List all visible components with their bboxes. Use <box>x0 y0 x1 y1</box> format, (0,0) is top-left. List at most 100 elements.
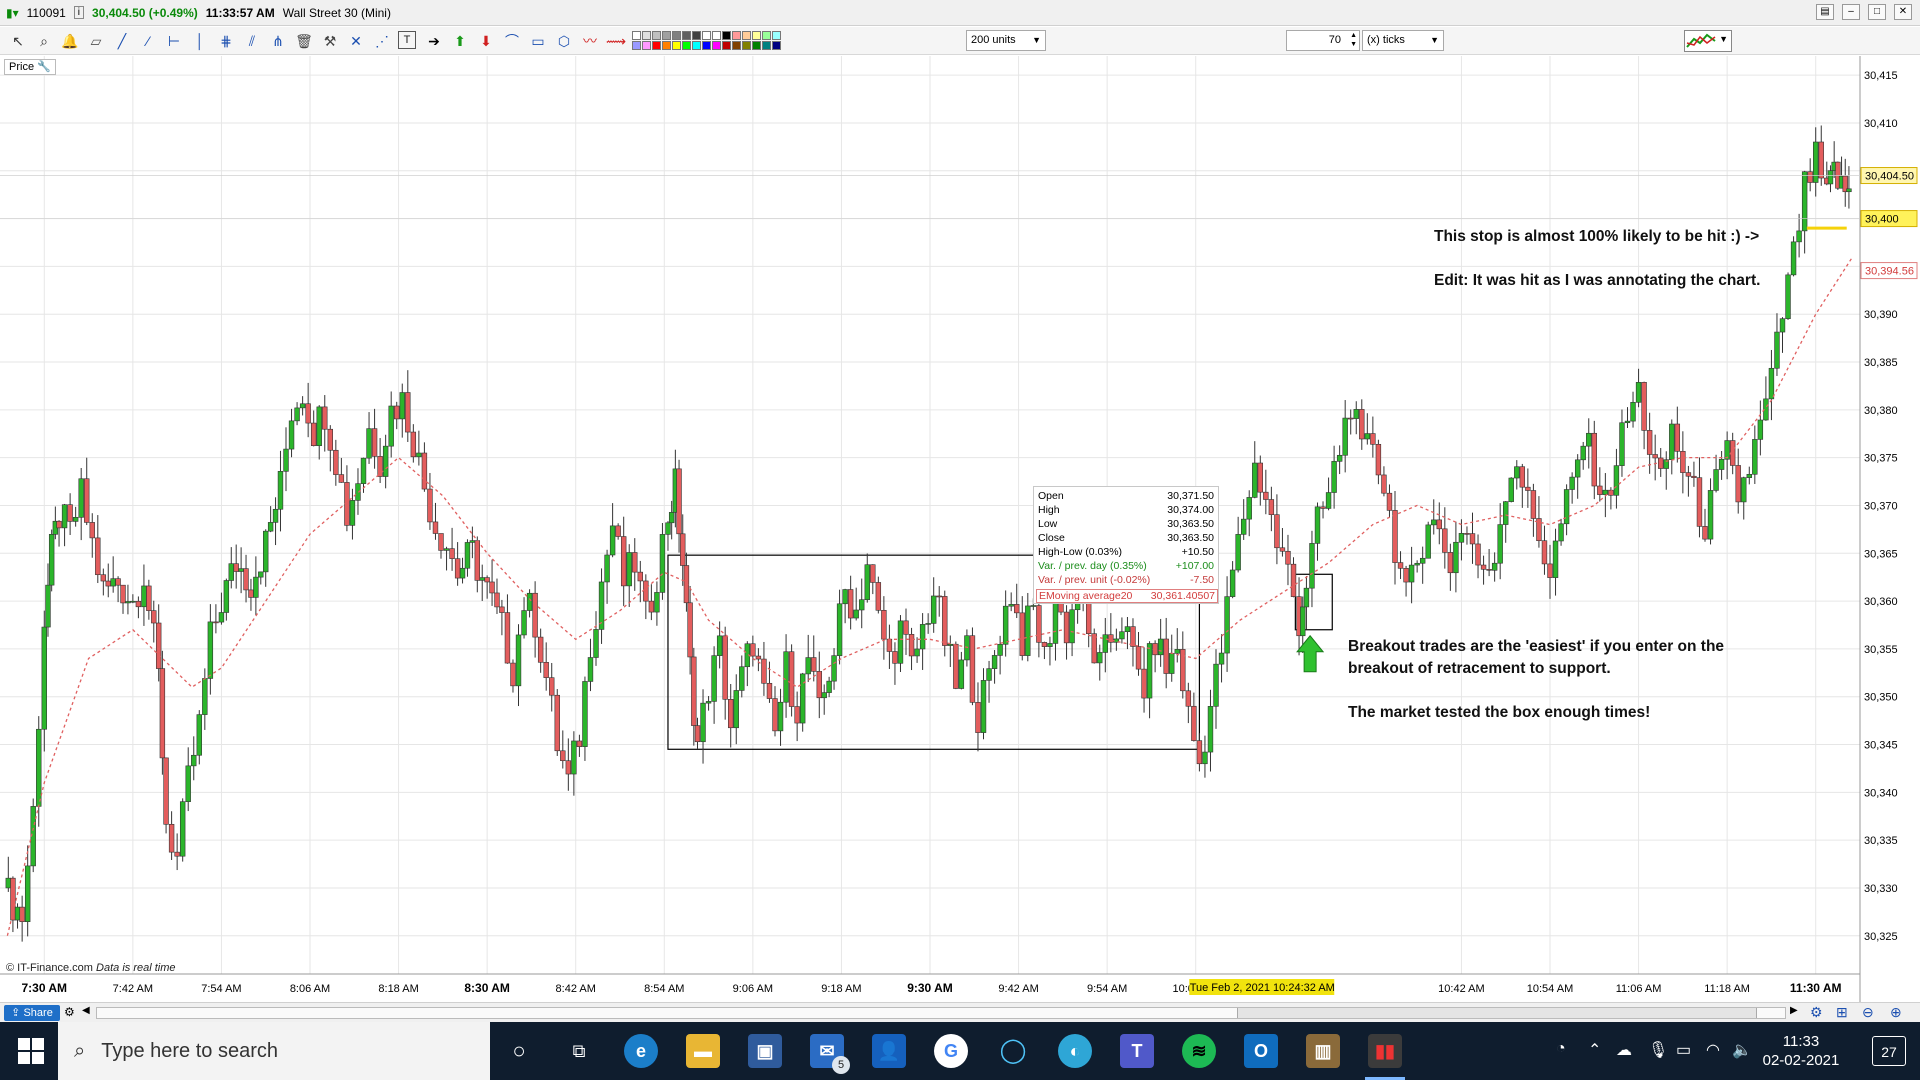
candle-bullish[interactable] <box>1174 628 1180 663</box>
candle-bullish[interactable] <box>1309 530 1315 608</box>
pitchfork-icon[interactable]: ⋔ <box>268 31 288 51</box>
microphone-icon[interactable]: 🎙 <box>1648 1040 1668 1060</box>
candle-bearish[interactable] <box>942 590 948 657</box>
candle-bearish[interactable] <box>1735 448 1741 514</box>
candle-bullish[interactable] <box>864 553 870 603</box>
candle-bullish[interactable] <box>196 710 202 765</box>
candle-bearish[interactable] <box>537 628 544 673</box>
spotify-icon[interactable]: ≋ <box>1182 1034 1216 1068</box>
candle-bullish[interactable] <box>1586 418 1592 469</box>
chart-area[interactable]: 30,325 30,330 30,335 30,340 30,345 30,350 30,3… <box>0 56 1920 1002</box>
candle-bullish[interactable] <box>41 610 47 752</box>
candle-bearish[interactable] <box>1436 502 1442 545</box>
edge-icon[interactable]: e <box>624 1034 658 1068</box>
candle-bearish[interactable] <box>766 661 773 703</box>
candle-bullish[interactable] <box>1458 519 1465 561</box>
candle-bullish[interactable] <box>1146 641 1153 719</box>
candle-bullish[interactable] <box>1497 503 1503 580</box>
arrow-down-icon[interactable]: ⬇ <box>476 31 496 51</box>
candle-bullish[interactable] <box>218 592 225 625</box>
candle-bearish[interactable] <box>560 730 566 769</box>
candle-bearish[interactable] <box>908 627 915 671</box>
candle-bullish[interactable] <box>1774 313 1780 376</box>
candle-bullish[interactable] <box>1580 441 1586 470</box>
candle-bullish[interactable] <box>964 629 970 667</box>
candle-bearish[interactable] <box>427 472 433 530</box>
candle-bearish[interactable] <box>1130 618 1136 667</box>
candle-bullish[interactable] <box>919 613 926 670</box>
price-scale-selector[interactable]: Price 🔧 <box>4 59 56 75</box>
candle-bullish[interactable] <box>1741 476 1747 520</box>
candle-bearish[interactable] <box>151 600 157 643</box>
candle-bullish[interactable] <box>443 546 450 571</box>
teams-icon[interactable]: T <box>1120 1034 1154 1068</box>
candle-bearish[interactable] <box>969 627 976 706</box>
task-view-icon[interactable]: ⧉ <box>562 1034 596 1068</box>
candle-bullish[interactable] <box>705 696 712 711</box>
candle-bullish[interactable] <box>179 798 186 862</box>
shape-tool-icon[interactable]: ⬡ <box>554 31 574 51</box>
minimize-button[interactable]: – <box>1842 4 1860 20</box>
candle-bullish[interactable] <box>14 903 21 929</box>
candle-bearish[interactable] <box>174 833 180 871</box>
candle-bearish[interactable] <box>1279 528 1286 557</box>
color-swatch[interactable] <box>702 41 711 50</box>
candle-bearish[interactable] <box>1591 420 1597 500</box>
candle-bearish[interactable] <box>377 438 383 484</box>
candle-bearish[interactable] <box>1185 682 1192 724</box>
candle-bullish[interactable] <box>1718 451 1725 480</box>
chrome-icon[interactable]: G <box>934 1034 968 1068</box>
candle-bullish[interactable] <box>897 615 904 673</box>
color-swatch[interactable] <box>772 41 781 50</box>
candle-bullish[interactable] <box>238 547 244 594</box>
candle-bearish[interactable] <box>875 576 882 614</box>
account-icon[interactable]: 👤 <box>872 1034 906 1068</box>
color-swatch[interactable] <box>732 31 741 40</box>
cross-tool-icon[interactable]: ✕ <box>346 31 366 51</box>
volume-icon[interactable]: 🔈 <box>1732 1040 1752 1060</box>
color-swatch[interactable] <box>662 41 671 50</box>
candle-bullish[interactable] <box>366 412 372 464</box>
candle-bullish[interactable] <box>1790 236 1797 277</box>
candle-bearish[interactable] <box>1163 617 1169 689</box>
color-swatch[interactable] <box>632 41 641 50</box>
candle-bullish[interactable] <box>258 571 264 585</box>
scroll-left-icon[interactable]: ◀ <box>82 1005 90 1016</box>
store-icon[interactable]: ▣ <box>748 1034 782 1068</box>
taskbar-clock[interactable]: 11:33 02-02-2021 <box>1756 1032 1846 1070</box>
color-swatch[interactable] <box>672 41 681 50</box>
candle-bearish[interactable] <box>84 457 90 526</box>
candle-bearish[interactable] <box>344 465 350 532</box>
candle-bullish[interactable] <box>1229 561 1236 599</box>
candle-bearish[interactable] <box>615 523 621 540</box>
zoom-out-icon[interactable]: ⊖ <box>1862 1004 1874 1021</box>
candle-bullish[interactable] <box>1663 451 1669 490</box>
candle-bullish[interactable] <box>997 635 1003 675</box>
cortana-icon[interactable]: ○ <box>502 1034 536 1068</box>
color-swatch[interactable] <box>712 41 721 50</box>
candle-bullish[interactable] <box>1414 560 1420 573</box>
candle-bearish[interactable] <box>1447 543 1454 591</box>
units-select[interactable]: 200 units ▼ <box>966 30 1046 51</box>
candle-bearish[interactable] <box>1320 501 1326 519</box>
candle-bullish[interactable] <box>1047 636 1053 666</box>
candle-bullish[interactable] <box>125 584 131 615</box>
candle-bearish[interactable] <box>1257 455 1263 506</box>
candle-bearish[interactable] <box>146 579 152 620</box>
candle-bullish[interactable] <box>1630 391 1636 428</box>
chart-type-icon[interactable]: ▮▾ <box>6 6 19 20</box>
candle-bullish[interactable] <box>604 549 610 604</box>
candle-bearish[interactable] <box>405 370 411 442</box>
candle-bearish[interactable] <box>1359 399 1365 450</box>
candle-bearish[interactable] <box>847 575 854 630</box>
scroll-track[interactable] <box>96 1007 1786 1019</box>
candle-bullish[interactable] <box>582 676 588 761</box>
browser-icon[interactable]: ◐ <box>1058 1034 1092 1068</box>
wifi-icon[interactable]: ◠ <box>1706 1040 1720 1060</box>
candle-bullish[interactable] <box>739 655 745 698</box>
candle-bullish[interactable] <box>263 529 269 587</box>
wrench-icon[interactable]: 🔧 <box>37 61 51 73</box>
outlook-icon[interactable]: O <box>1244 1034 1278 1068</box>
candle-bearish[interactable] <box>410 424 417 463</box>
candle-bullish[interactable] <box>1119 617 1125 644</box>
